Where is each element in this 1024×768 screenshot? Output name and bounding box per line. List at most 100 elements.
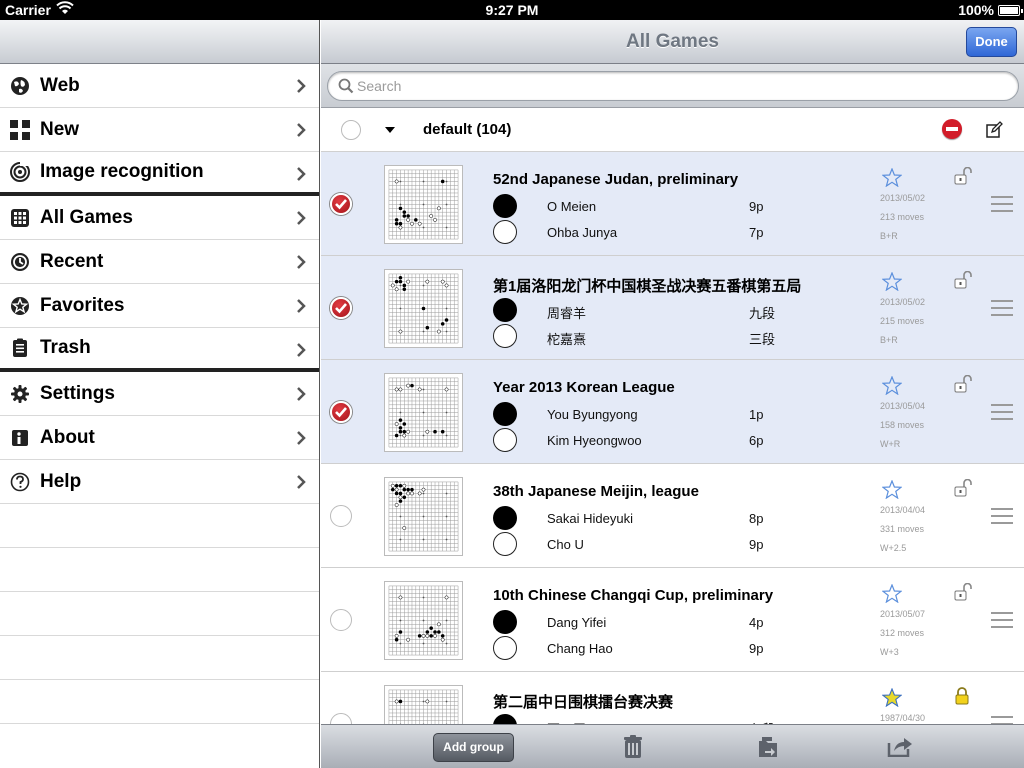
edit-icon[interactable] (985, 121, 1003, 144)
black-stone (394, 484, 399, 488)
sidebar-item-all-games[interactable]: All Games (0, 196, 319, 240)
checkmark-icon[interactable] (330, 297, 352, 319)
game-list: 52nd Japanese Judan, preliminary O Meien 9… (321, 152, 1024, 724)
move-to-folder-icon[interactable] (757, 735, 779, 764)
sidebar-item-new[interactable]: New (0, 108, 319, 152)
sidebar-item-recent[interactable]: Recent (0, 240, 319, 284)
empty-row (0, 592, 319, 636)
black-stone (444, 318, 449, 322)
board-thumbnail[interactable] (384, 581, 463, 660)
white-stone (425, 699, 430, 704)
group-select-checkbox[interactable] (341, 120, 361, 140)
globe-icon (10, 76, 30, 96)
delete-icon[interactable] (942, 119, 962, 139)
search-input[interactable]: Search (327, 71, 1019, 101)
black-stone (402, 422, 407, 426)
reorder-handle-icon[interactable] (991, 404, 1013, 420)
black-player-rank: 九段 (749, 306, 776, 321)
game-result: W+3 (880, 647, 899, 657)
unlock-icon[interactable] (953, 166, 973, 190)
black-player-rank: 4p (749, 615, 764, 630)
black-stone (402, 287, 407, 292)
board-thumbnail[interactable] (384, 165, 463, 244)
black-stone (417, 634, 422, 638)
white-stone (406, 429, 411, 434)
search-placeholder: Search (357, 78, 402, 94)
share-icon[interactable] (887, 735, 913, 762)
black-stone (437, 630, 441, 634)
game-row[interactable]: Year 2013 Korean League You Byungyong 1p Ki… (321, 360, 1024, 464)
white-stone (394, 179, 399, 184)
white-player-rank: 9p (749, 537, 764, 552)
black-stone (398, 630, 403, 634)
star-icon[interactable] (881, 167, 903, 192)
white-stone (417, 387, 422, 392)
search-icon (338, 78, 354, 99)
select-checkbox[interactable] (330, 505, 352, 527)
board-thumbnail[interactable] (384, 685, 463, 724)
reorder-handle-icon[interactable] (991, 716, 1013, 724)
sidebar-item-image-recognition[interactable]: Image recognition (0, 152, 319, 196)
black-stone (394, 218, 399, 222)
lock-icon[interactable] (953, 687, 971, 710)
sidebar-item-settings[interactable]: Settings (0, 372, 319, 416)
checkmark-icon[interactable] (330, 193, 352, 215)
star-filled-icon[interactable] (881, 687, 903, 712)
unlock-icon[interactable] (953, 270, 973, 294)
game-result: B+R (880, 231, 898, 241)
sidebar-item-label: Favorites (40, 294, 125, 316)
white-stone (394, 422, 399, 426)
chevron-right-icon (295, 120, 309, 140)
sidebar-item-label: Web (40, 74, 80, 96)
select-checkbox[interactable] (330, 713, 352, 724)
unlock-icon[interactable] (953, 478, 973, 502)
reorder-handle-icon[interactable] (991, 300, 1013, 316)
star-icon[interactable] (881, 583, 903, 608)
board-thumbnail[interactable] (384, 477, 463, 556)
white-player-name: Cho U (547, 537, 584, 552)
game-row[interactable]: 第1届洛阳龙门杯中国棋圣战决赛五番棋第五局 周睿羊 九段 柁嘉熹 三段 2013/05/0… (321, 256, 1024, 360)
black-stone-icon (493, 298, 517, 322)
sidebar: Web New Image recognition All Games Rece… (0, 20, 320, 768)
game-row[interactable]: 第二届中日围棋擂台赛决赛聂卫平九段1987/04/30 (321, 672, 1024, 724)
black-stone (410, 383, 414, 388)
sidebar-item-web[interactable]: Web (0, 64, 319, 108)
sidebar-item-help[interactable]: Help (0, 460, 319, 504)
status-bar: Carrier 9:27 PM 100% (0, 0, 1024, 20)
checkmark-icon[interactable] (330, 401, 352, 423)
board-thumbnail[interactable] (384, 373, 463, 452)
reorder-handle-icon[interactable] (991, 612, 1013, 628)
disclosure-triangle-icon[interactable] (385, 127, 395, 133)
black-stone (421, 306, 426, 311)
select-checkbox[interactable] (330, 609, 352, 631)
black-player-rank: 9p (749, 199, 764, 214)
sidebar-item-trash[interactable]: Trash (0, 328, 319, 372)
game-row[interactable]: 10th Chinese Changqi Cup, preliminary Dan… (321, 568, 1024, 672)
white-stone (444, 387, 449, 392)
unlock-icon[interactable] (953, 374, 973, 398)
game-row[interactable]: 38th Japanese Meijin, league Sakai Hideyu… (321, 464, 1024, 568)
white-stone (398, 387, 403, 392)
add-group-button[interactable]: Add group (433, 733, 514, 762)
chevron-right-icon (295, 164, 309, 184)
sidebar-item-about[interactable]: About (0, 416, 319, 460)
done-button[interactable]: Done (966, 27, 1017, 57)
sidebar-item-favorites[interactable]: Favorites (0, 284, 319, 328)
game-date: 1987/04/30 (880, 713, 926, 723)
reorder-handle-icon[interactable] (991, 196, 1013, 212)
reorder-handle-icon[interactable] (991, 508, 1013, 524)
black-stone-icon (493, 506, 517, 530)
game-row[interactable]: 52nd Japanese Judan, preliminary O Meien 9… (321, 152, 1024, 256)
star-icon[interactable] (881, 271, 903, 296)
star-icon[interactable] (881, 375, 903, 400)
star-icon[interactable] (881, 479, 903, 504)
search-bar: Search (321, 64, 1024, 108)
board-thumbnail[interactable] (384, 269, 463, 348)
black-stone (398, 426, 403, 430)
black-stone (429, 634, 433, 638)
black-stone (429, 626, 433, 630)
battery-icon (998, 5, 1023, 16)
trash-icon[interactable] (623, 735, 643, 764)
white-player-rank: 三段 (749, 332, 776, 347)
unlock-icon[interactable] (953, 582, 973, 606)
